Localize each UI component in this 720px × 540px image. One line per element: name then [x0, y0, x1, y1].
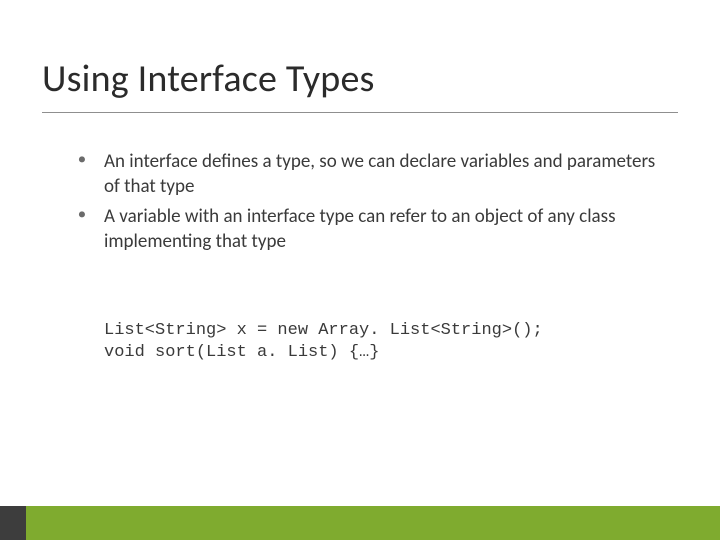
slide-title: Using Interface Types	[42, 56, 678, 108]
title-block: Using Interface Types	[42, 56, 678, 113]
bullet-item: An interface defines a type, so we can d…	[78, 150, 660, 199]
code-line: void sort(List a. List) {…}	[104, 343, 379, 362]
body-block: An interface defines a type, so we can d…	[78, 150, 660, 261]
code-line: List<String> x = new Array. List<String>…	[104, 321, 543, 340]
footer-accent-dark	[0, 506, 26, 540]
slide: Using Interface Types An interface defin…	[0, 0, 720, 540]
bullet-list: An interface defines a type, so we can d…	[78, 150, 660, 255]
bullet-item: A variable with an interface type can re…	[78, 205, 660, 254]
title-underline	[42, 112, 678, 113]
footer-bar	[0, 506, 720, 540]
code-block: List<String> x = new Array. List<String>…	[104, 320, 650, 364]
footer-accent-green	[26, 506, 720, 540]
